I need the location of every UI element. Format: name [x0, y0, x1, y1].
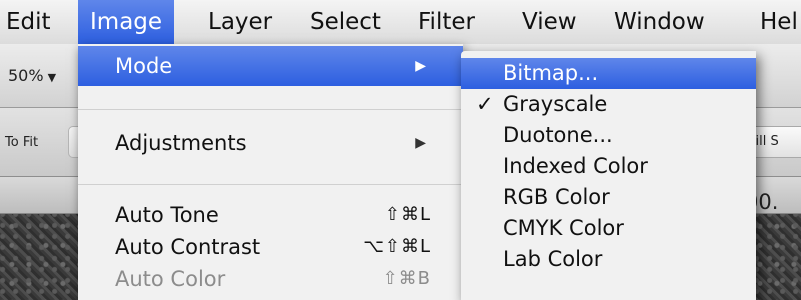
submenu-item-label: Grayscale: [503, 92, 608, 116]
menu-view[interactable]: View: [522, 0, 577, 44]
submenu-item-label: Indexed Color: [503, 154, 648, 178]
mode-submenu: Bitmap... ✓ Grayscale Duotone... Indexed…: [461, 51, 756, 300]
menu-select[interactable]: Select: [310, 0, 381, 44]
menu-bar: Edit Image Layer Select Filter View Wind…: [0, 0, 801, 45]
submenu-item-indexed-color[interactable]: Indexed Color: [461, 151, 756, 182]
menu-item-label: Auto Color: [115, 267, 226, 291]
submenu-item-bitmap[interactable]: Bitmap...: [461, 58, 756, 89]
menu-image[interactable]: Image: [78, 0, 175, 44]
submenu-item-label: Lab Color: [503, 247, 603, 271]
submenu-item-rgb-color[interactable]: RGB Color: [461, 182, 756, 213]
menu-layer[interactable]: Layer: [208, 0, 272, 44]
submenu-item-label: Bitmap...: [503, 61, 599, 85]
menu-item-shortcut: ⇧⌘B: [382, 268, 431, 289]
zoom-dropdown[interactable]: 50% ▼: [8, 66, 56, 85]
to-fit-label: To Fit: [5, 135, 39, 150]
submenu-item-grayscale[interactable]: ✓ Grayscale: [461, 89, 756, 120]
submenu-item-label: Duotone...: [503, 123, 613, 147]
menu-filter[interactable]: Filter: [418, 0, 475, 44]
menu-edit[interactable]: Edit: [6, 0, 51, 44]
menu-separator: [78, 184, 463, 185]
submenu-arrow-icon: ▶: [415, 58, 426, 74]
menu-help[interactable]: Hel: [760, 0, 798, 44]
chevron-down-icon: ▼: [47, 71, 57, 84]
submenu-item-label: RGB Color: [503, 185, 610, 209]
submenu-item-duotone[interactable]: Duotone...: [461, 120, 756, 151]
checkmark-icon: ✓: [476, 92, 494, 116]
submenu-item-label: CMYK Color: [503, 216, 624, 240]
submenu-item-cmyk-color[interactable]: CMYK Color: [461, 213, 756, 244]
menu-window[interactable]: Window: [614, 0, 705, 44]
menu-item-auto-color: Auto Color ⇧⌘B: [78, 259, 463, 299]
menu-separator: [78, 109, 463, 110]
image-menu: Mode ▶ Adjustments ▶ Auto Tone ⇧⌘L Auto …: [78, 44, 463, 300]
menu-item-mode[interactable]: Mode ▶: [78, 46, 463, 86]
submenu-arrow-icon: ▶: [415, 135, 426, 151]
zoom-value: 50%: [8, 66, 44, 85]
menu-item-label: Adjustments: [115, 131, 247, 155]
menu-item-adjustments[interactable]: Adjustments ▶: [78, 123, 463, 163]
menu-item-label: Mode: [115, 54, 173, 78]
submenu-item-lab-color[interactable]: Lab Color: [461, 244, 756, 275]
